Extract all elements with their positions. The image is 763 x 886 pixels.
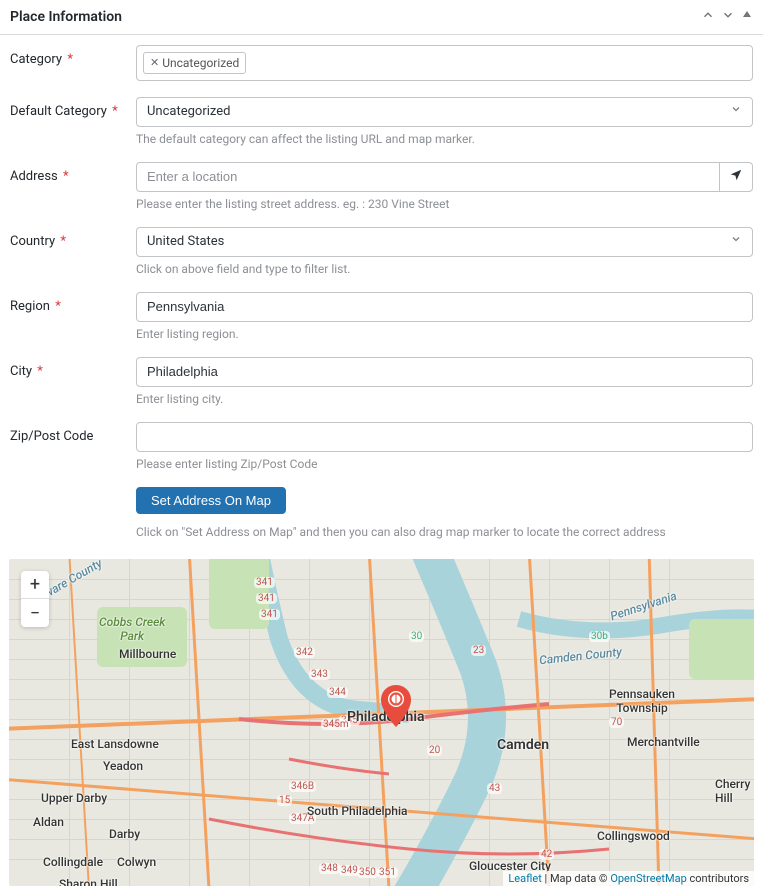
panel-move-up-icon[interactable] xyxy=(701,8,715,26)
chevron-down-icon xyxy=(730,103,742,121)
location-arrow-icon xyxy=(729,168,743,186)
zoom-control: + − xyxy=(21,571,49,627)
label-zip: Zip/Post Code xyxy=(10,422,136,444)
label-city: City * xyxy=(10,357,136,379)
row-default-category: Default Category * Uncategorized The def… xyxy=(10,97,753,158)
zoom-in-button[interactable]: + xyxy=(21,571,49,599)
map-attribution: Leaflet | Map data © OpenStreetMap contr… xyxy=(503,871,754,886)
row-zip: Zip/Post Code Please enter listing Zip/P… xyxy=(10,422,753,483)
default-category-value: Uncategorized xyxy=(147,103,230,121)
help-default-category: The default category can affect the list… xyxy=(136,132,753,146)
row-address: Address * Please enter the listing stree… xyxy=(10,162,753,223)
default-category-select[interactable]: Uncategorized xyxy=(136,97,753,127)
region-input[interactable] xyxy=(136,292,753,322)
label-category: Category * xyxy=(10,45,136,67)
country-value: United States xyxy=(147,233,224,251)
leaflet-link[interactable]: Leaflet xyxy=(508,872,541,885)
panel-controls xyxy=(701,8,753,26)
form-body: Category * ✕ Uncategorized Default Categ… xyxy=(0,35,763,559)
category-input[interactable]: ✕ Uncategorized xyxy=(136,45,753,81)
chevron-down-icon xyxy=(730,233,742,251)
panel-header: Place Information xyxy=(0,0,763,35)
help-region: Enter listing region. xyxy=(136,327,753,341)
row-country: Country * United States Click on above f… xyxy=(10,227,753,288)
panel-collapse-icon[interactable] xyxy=(741,8,753,26)
label-default-category: Default Category * xyxy=(10,97,136,119)
map[interactable]: 341 341 341 342 343 344 345 345m 346B 34… xyxy=(9,559,754,886)
row-set-address: Set Address On Map Click on "Set Address… xyxy=(10,487,753,545)
locate-button[interactable] xyxy=(719,162,753,192)
help-zip: Please enter listing Zip/Post Code xyxy=(136,457,753,471)
map-background: 341 341 341 342 343 344 345 345m 346B 34… xyxy=(9,559,754,886)
row-city: City * Enter listing city. xyxy=(10,357,753,418)
help-set-address: Click on "Set Address on Map" and then y… xyxy=(136,525,753,539)
row-category: Category * ✕ Uncategorized xyxy=(10,45,753,93)
row-region: Region * Enter listing region. xyxy=(10,292,753,353)
label-address: Address * xyxy=(10,162,136,184)
osm-link[interactable]: OpenStreetMap xyxy=(610,872,686,885)
panel-title: Place Information xyxy=(10,9,122,25)
panel-move-down-icon[interactable] xyxy=(721,8,735,26)
label-region: Region * xyxy=(10,292,136,314)
zip-input[interactable] xyxy=(136,422,753,452)
category-tag[interactable]: ✕ Uncategorized xyxy=(143,52,246,74)
remove-tag-icon[interactable]: ✕ xyxy=(150,54,159,72)
address-input[interactable] xyxy=(136,162,719,192)
label-country: Country * xyxy=(10,227,136,249)
help-country: Click on above field and type to filter … xyxy=(136,262,753,276)
category-tag-label: Uncategorized xyxy=(162,54,239,72)
zoom-out-button[interactable]: − xyxy=(21,599,49,627)
set-address-button[interactable]: Set Address On Map xyxy=(136,487,286,514)
city-input[interactable] xyxy=(136,357,753,387)
help-city: Enter listing city. xyxy=(136,392,753,406)
help-address: Please enter the listing street address.… xyxy=(136,197,753,211)
country-select[interactable]: United States xyxy=(136,227,753,257)
